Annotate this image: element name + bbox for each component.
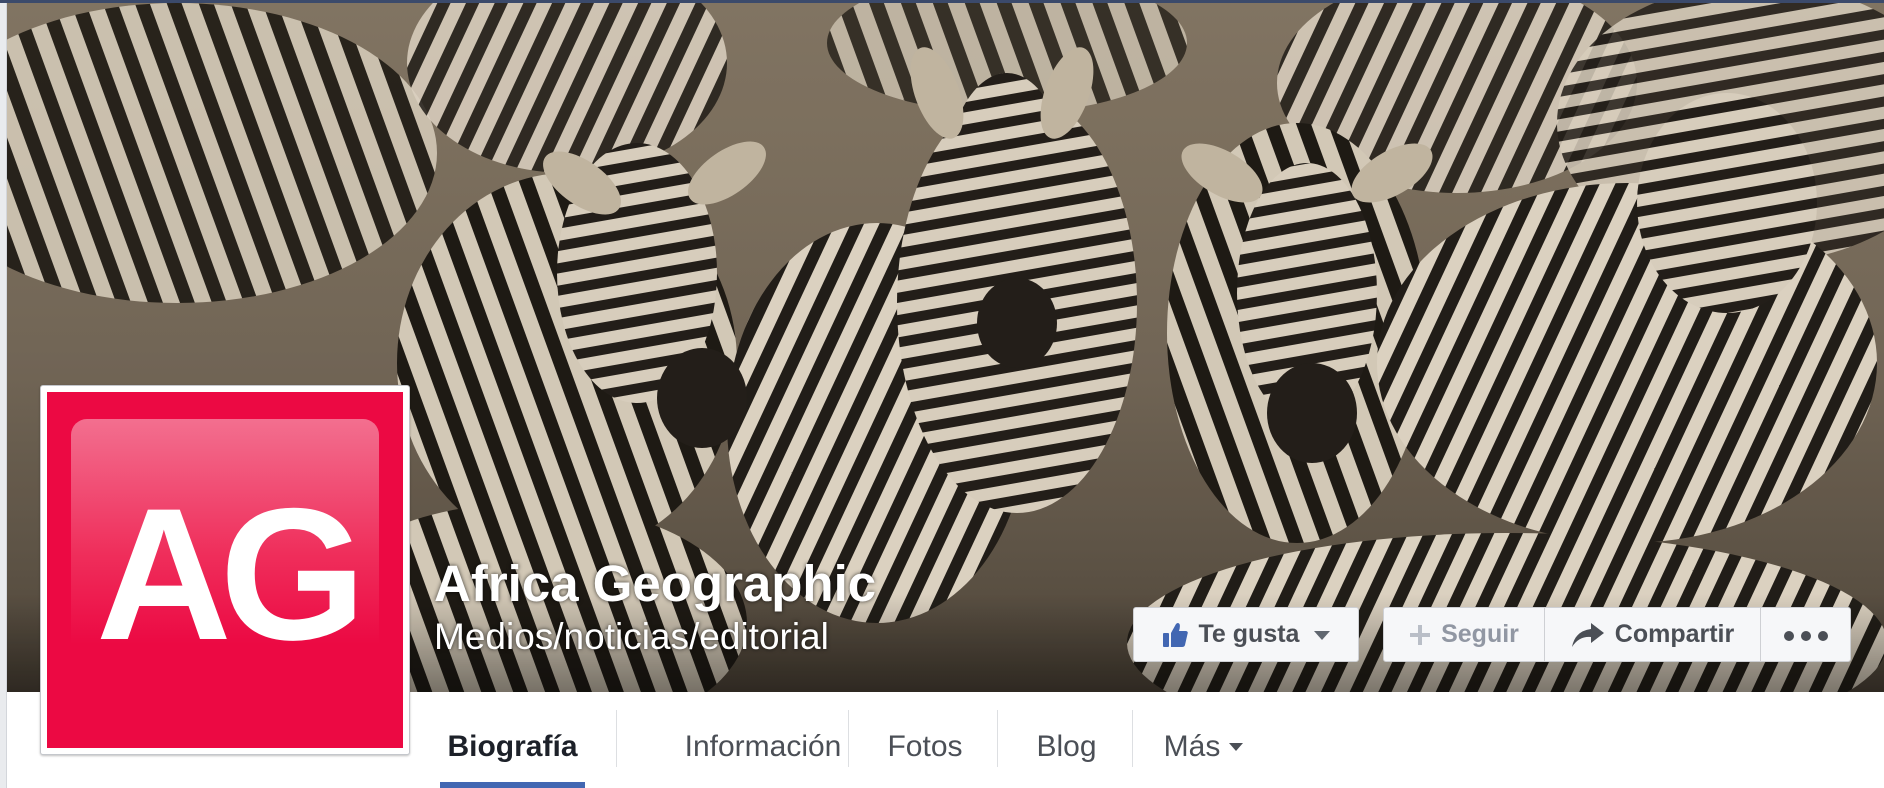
chevron-down-icon bbox=[1228, 742, 1244, 752]
like-button[interactable]: Te gusta bbox=[1133, 607, 1359, 662]
share-button[interactable]: Compartir bbox=[1544, 607, 1761, 662]
tab-divider bbox=[616, 710, 617, 767]
tab-divider bbox=[1132, 710, 1133, 767]
tab-fotos[interactable]: Fotos bbox=[850, 705, 1000, 788]
logo-text: AG bbox=[96, 469, 366, 679]
ellipsis-icon bbox=[1783, 620, 1829, 649]
plus-icon bbox=[1409, 624, 1431, 646]
share-label: Compartir bbox=[1614, 620, 1735, 648]
follow-button[interactable]: Seguir bbox=[1383, 607, 1545, 662]
tab-label: Información bbox=[684, 729, 842, 763]
tab-divider bbox=[848, 710, 849, 767]
chevron-down-icon bbox=[1313, 629, 1331, 641]
more-options-button[interactable] bbox=[1760, 607, 1851, 662]
tab-label: Fotos bbox=[887, 729, 963, 763]
active-tab-indicator bbox=[440, 782, 585, 788]
profile-picture[interactable]: AG bbox=[40, 385, 410, 755]
tab-divider bbox=[997, 710, 998, 767]
tab-label: Blog bbox=[1036, 729, 1097, 763]
brand-logo: AG bbox=[47, 392, 403, 748]
tab-mas[interactable]: Más bbox=[1134, 705, 1274, 788]
tab-biografia[interactable]: Biografía bbox=[440, 705, 585, 788]
page-category[interactable]: Medios/noticias/editorial bbox=[434, 615, 829, 659]
page-title[interactable]: Africa Geographic bbox=[434, 554, 876, 614]
follow-label: Seguir bbox=[1441, 620, 1519, 648]
like-label: Te gusta bbox=[1198, 620, 1300, 648]
thumbs-up-icon bbox=[1161, 621, 1189, 649]
share-arrow-icon bbox=[1571, 622, 1605, 648]
tab-label: Más bbox=[1163, 729, 1221, 763]
tab-label: Biografía bbox=[447, 729, 578, 763]
tab-blog[interactable]: Blog bbox=[999, 705, 1134, 788]
